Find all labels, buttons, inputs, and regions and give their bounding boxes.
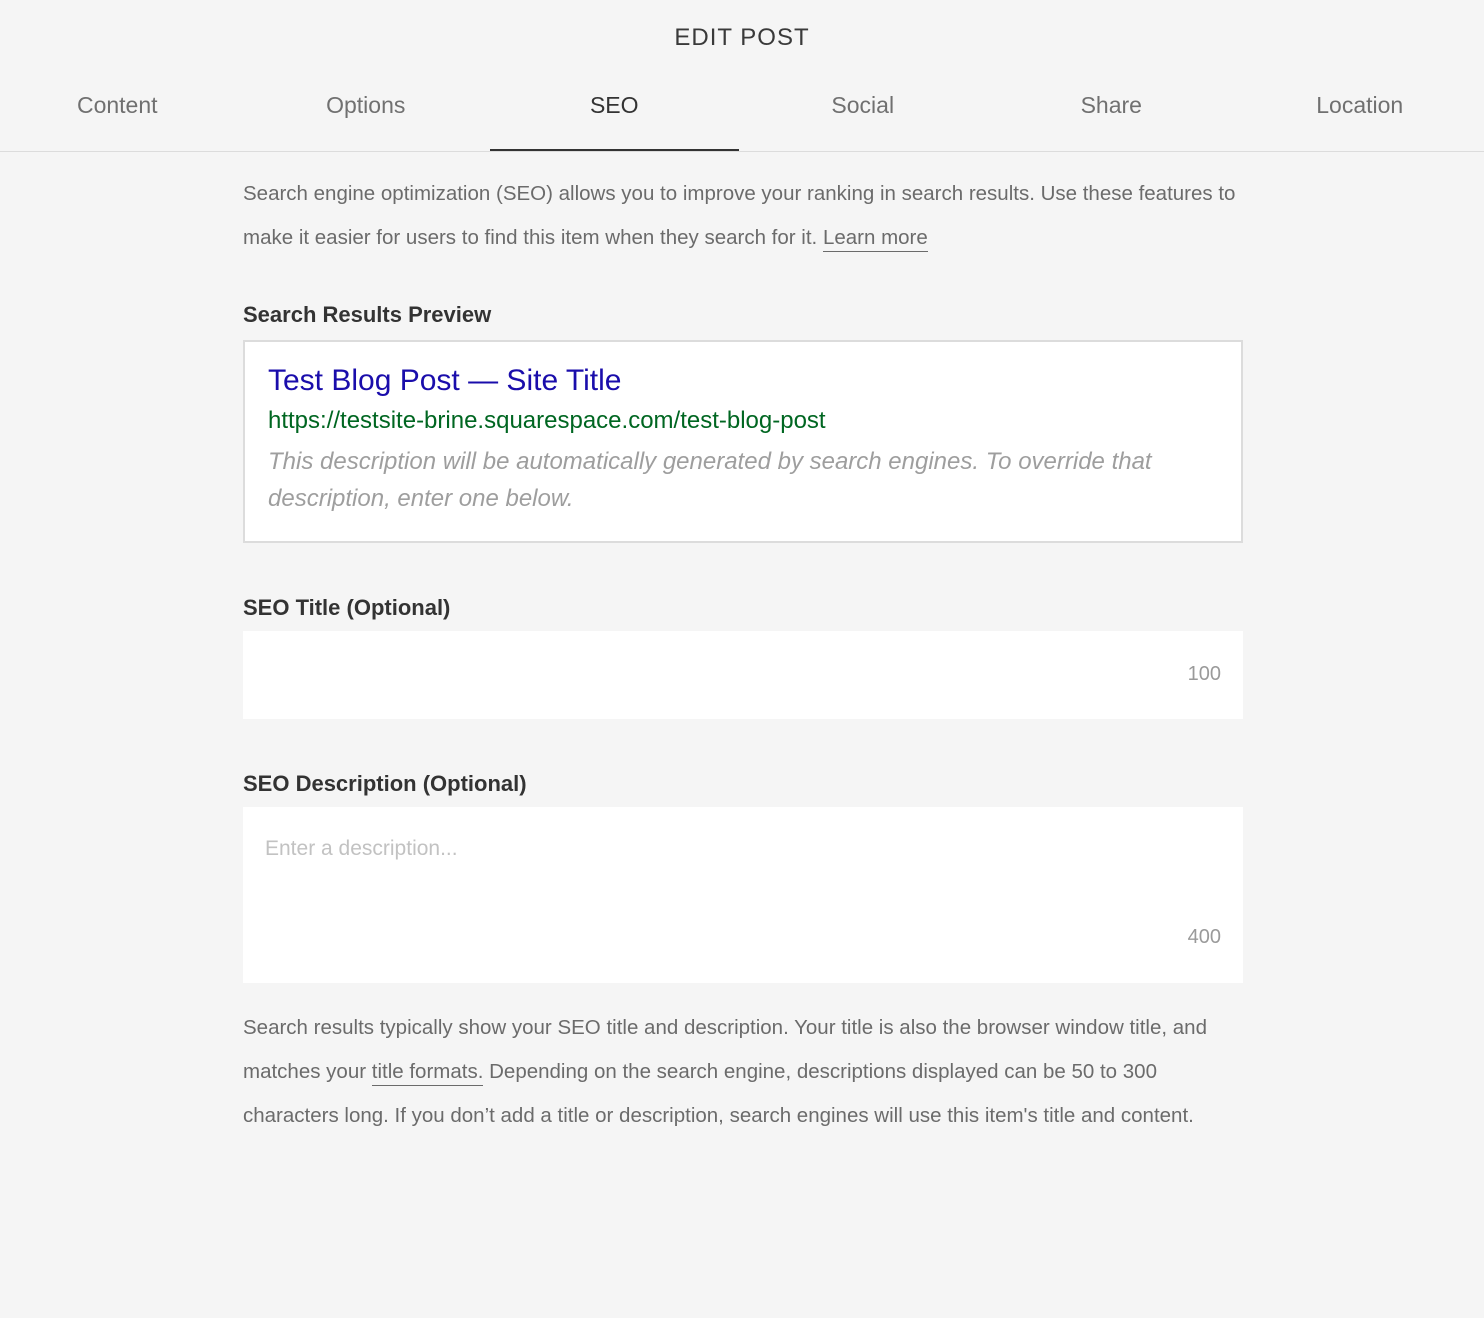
search-results-preview-label: Search Results Preview: [243, 302, 492, 327]
search-results-preview: Test Blog Post — Site Title https://test…: [243, 340, 1243, 543]
seo-intro-text: Search engine optimization (SEO) allows …: [243, 182, 1236, 249]
seo-description-textarea[interactable]: Enter a description... 400: [243, 807, 1243, 983]
seo-intro: Search engine optimization (SEO) allows …: [243, 172, 1243, 260]
tab-seo[interactable]: SEO: [490, 84, 739, 151]
editor-header: EDIT POST Content Options SEO Social Sha…: [0, 0, 1484, 152]
seo-title-label: SEO Title (Optional): [243, 595, 451, 620]
seo-description-char-counter: 400: [1187, 926, 1221, 948]
tab-options[interactable]: Options: [242, 84, 491, 151]
page-title: EDIT POST: [674, 24, 810, 51]
seo-description-label: SEO Description (Optional): [243, 771, 527, 796]
tab-content[interactable]: Content: [0, 84, 242, 151]
tab-bar: Content Options SEO Social Share Locatio…: [0, 84, 1484, 151]
preview-title: Test Blog Post — Site Title: [268, 364, 622, 397]
learn-more-link[interactable]: Learn more: [822, 226, 928, 252]
seo-description-placeholder: Enter a description...: [265, 837, 458, 860]
seo-title-input[interactable]: 100: [243, 631, 1243, 719]
seo-panel: Search engine optimization (SEO) allows …: [243, 172, 1243, 1138]
preview-url: https://testsite-brine.squarespace.com/t…: [268, 407, 826, 434]
preview-description: This description will be automatically g…: [268, 448, 1152, 512]
title-formats-link[interactable]: title formats.: [371, 1060, 484, 1086]
tab-location[interactable]: Location: [1236, 84, 1484, 151]
seo-help-text: Search results typically show your SEO t…: [243, 1006, 1243, 1138]
seo-title-char-counter: 100: [1187, 663, 1221, 685]
tab-share[interactable]: Share: [987, 84, 1236, 151]
tab-social[interactable]: Social: [739, 84, 988, 151]
